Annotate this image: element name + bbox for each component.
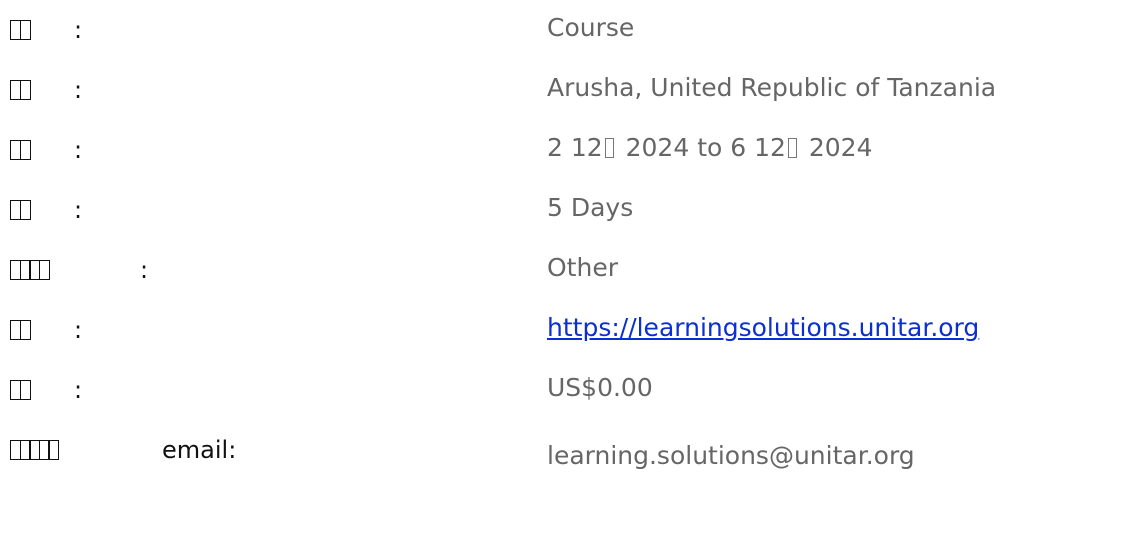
missing-glyph-icon (19, 320, 31, 340)
label-colon: : (140, 256, 149, 284)
label-colon: : (74, 16, 83, 44)
detail-row-dates: : 2 12 2024 to 6 12 2024 (0, 128, 1131, 188)
label-category (10, 248, 50, 292)
label-fee (10, 368, 31, 412)
detail-row-duration: : 5 Days (0, 188, 1131, 248)
missing-glyph-icon (604, 138, 614, 158)
value-category: Other (547, 253, 618, 282)
label-colon: : (74, 376, 83, 404)
missing-glyph-icon (19, 140, 31, 160)
label-duration (10, 188, 31, 232)
label-location (10, 68, 31, 112)
missing-glyph-icon (48, 440, 59, 460)
event-details: : Course : Arusha, United Republic of Ta… (0, 0, 1131, 551)
detail-row-website: : https://learningsolutions.unitar.org (0, 308, 1131, 368)
date-start-day: 2 12 (547, 133, 603, 162)
label-colon: : (74, 316, 83, 344)
value-fee: US$0.00 (547, 373, 653, 402)
label-dates (10, 128, 31, 172)
label-colon: : (74, 76, 83, 104)
label-colon: : (74, 196, 83, 224)
missing-glyph-icon (19, 380, 31, 400)
detail-row-location: : Arusha, United Republic of Tanzania (0, 68, 1131, 128)
detail-row-email: email: learning.solutions@unitar.org (0, 428, 1131, 488)
missing-glyph-icon (38, 260, 50, 280)
label-website (10, 308, 31, 352)
website-link[interactable]: https://learningsolutions.unitar.org (547, 313, 979, 342)
detail-row-type: : Course (0, 8, 1131, 68)
value-type: Course (547, 13, 635, 42)
value-duration: 5 Days (547, 193, 634, 222)
label-type (10, 8, 31, 52)
missing-glyph-icon (19, 20, 31, 40)
date-start-year: 2024 to 6 12 (625, 133, 786, 162)
missing-glyph-icon (19, 80, 31, 100)
value-dates: 2 12 2024 to 6 12 2024 (547, 128, 872, 168)
detail-row-fee: : US$0.00 (0, 368, 1131, 428)
missing-glyph-icon (787, 138, 797, 158)
value-website: https://learningsolutions.unitar.org (547, 308, 979, 348)
detail-row-category: : Other (0, 248, 1131, 308)
label-email (10, 428, 59, 472)
missing-glyph-icon (19, 200, 31, 220)
date-end-year: 2024 (808, 133, 873, 162)
value-location: Arusha, United Republic of Tanzania (547, 73, 997, 102)
label-email-suffix: email: (162, 436, 237, 464)
value-email: learning.solutions@unitar.org (547, 441, 915, 470)
label-colon: : (74, 136, 83, 164)
